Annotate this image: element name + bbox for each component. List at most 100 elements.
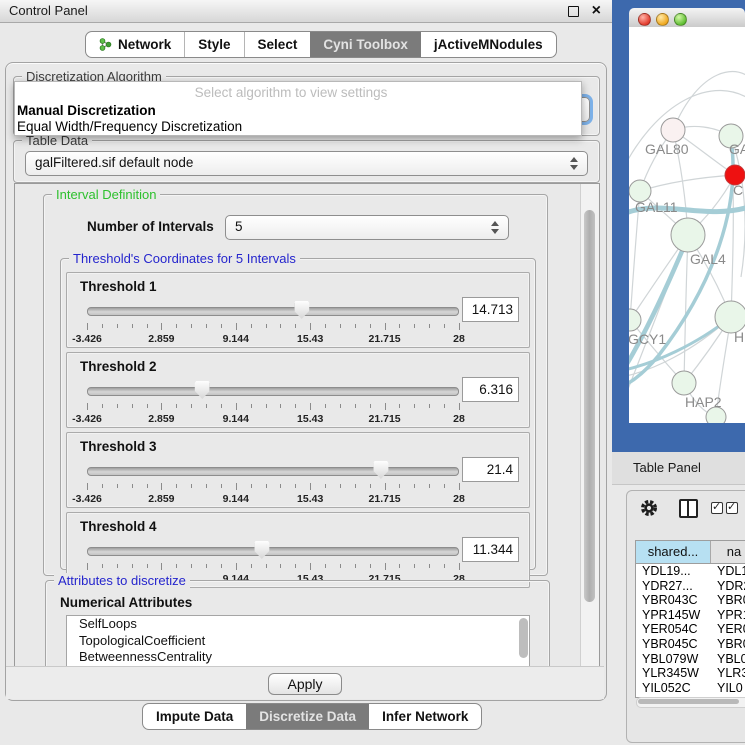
float-panel-icon[interactable] — [568, 6, 579, 17]
table-cell: YPR145W — [636, 608, 711, 623]
slider-track[interactable] — [87, 467, 459, 476]
table-data-combobox[interactable]: galFiltered.sif default node — [25, 151, 588, 176]
column-header-na[interactable]: na — [711, 541, 745, 563]
number-of-intervals-combobox[interactable]: 5 — [225, 215, 509, 240]
bottom-tab-bar: Impute Data Discretize DataInfer Network — [142, 703, 482, 730]
table-cell: YDL19... — [636, 564, 711, 579]
attribute-list-item[interactable]: TopologicalCoefficient — [67, 633, 529, 650]
table-row[interactable]: YIL052CYIL0 — [636, 681, 745, 696]
node-table-header: shared...na — [636, 541, 745, 564]
table-cell: YBR0 — [711, 637, 745, 652]
table-row[interactable]: YPR145WYPR1 — [636, 608, 745, 623]
slider-thumb-icon[interactable] — [195, 381, 210, 399]
network-node-label: C — [733, 182, 743, 198]
slider-thumb-icon[interactable] — [373, 461, 388, 479]
network-node-hap2[interactable] — [672, 371, 696, 395]
threshold-value-input[interactable] — [462, 297, 519, 322]
table-row[interactable]: YBR043CYBR0 — [636, 593, 745, 608]
network-node-gal80[interactable] — [661, 118, 685, 142]
tab-label: Cyni Toolbox — [323, 37, 408, 52]
table-row[interactable]: YDR27...YDR2 — [636, 579, 745, 594]
column-header-shared[interactable]: shared... — [636, 541, 711, 563]
table-row[interactable]: YBR045CYBR0 — [636, 637, 745, 652]
mac-zoom-icon[interactable] — [674, 13, 687, 26]
top-tab-bar: Network Style Select Cyni Toolbox jActiveMNo… — [85, 31, 557, 58]
combo-stepper-icon — [569, 156, 578, 171]
table-row[interactable]: YBL079WYBL0 — [636, 652, 745, 667]
table-cell: YER054C — [636, 622, 711, 637]
threshold-label: Threshold 4 — [80, 519, 157, 534]
checked-box-icon[interactable] — [726, 502, 738, 514]
table-hscrollbar-thumb[interactable] — [638, 699, 739, 704]
tab-network[interactable]: Network — [86, 32, 184, 57]
number-of-intervals-label: Number of Intervals — [87, 219, 214, 234]
table-row[interactable]: YER054CYER0 — [636, 622, 745, 637]
threshold-value-input[interactable] — [462, 537, 519, 562]
table-cell: YIL052C — [636, 681, 711, 696]
network-node-label: GA — [729, 141, 745, 157]
network-node-label: GAL11 — [635, 199, 678, 215]
mac-minimize-icon[interactable] — [656, 13, 669, 26]
tab-style[interactable]: Style — [184, 32, 243, 57]
network-canvas[interactable]: GAL80GACGAL11GAL4GCY1HHAP2 — [629, 27, 745, 423]
attribute-list-item[interactable]: SelfLoops — [67, 616, 529, 633]
network-node-gal4[interactable] — [671, 218, 705, 252]
tab-select[interactable]: Select — [244, 32, 311, 57]
screen: Control Panel × Network Style Select Cyni T… — [0, 0, 745, 745]
settings-scrollbar-thumb[interactable] — [584, 210, 595, 602]
threshold-slider[interactable]: -3.4262.8599.14415.4321.71528 — [87, 301, 459, 343]
numerical-attributes-label: Numerical Attributes — [60, 595, 192, 610]
checked-box-icon[interactable] — [711, 502, 723, 514]
tab-infer-network[interactable]: Infer Network — [369, 704, 481, 729]
slider-track[interactable] — [87, 547, 459, 556]
apply-button[interactable]: Apply — [268, 673, 342, 695]
algorithm-placeholder-option[interactable]: Select algorithm to view settings — [15, 85, 567, 100]
network-window-frame: GAL80GACGAL11GAL4GCY1HHAP2 — [612, 0, 745, 452]
table-cell: YIL0 — [711, 681, 745, 696]
threshold-value-input[interactable] — [462, 377, 519, 402]
slider-ticks — [87, 403, 459, 411]
network-node-label: H — [734, 329, 744, 345]
table-cell: YDR2 — [711, 579, 745, 594]
mac-close-icon[interactable] — [638, 13, 651, 26]
threshold-slider[interactable]: -3.4262.8599.14415.4321.71528 — [87, 461, 459, 503]
numerical-attributes-list[interactable]: SelfLoopsTopologicalCoefficientBetweenne… — [66, 615, 530, 667]
tab-label: Impute Data — [156, 709, 233, 724]
tab-discretize-data[interactable]: Discretize Data — [246, 704, 369, 729]
network-node-label: GCY1 — [629, 331, 666, 347]
algorithm-option-manual[interactable]: Manual Discretization — [17, 103, 156, 118]
table-cell: YER0 — [711, 622, 745, 637]
table-row[interactable]: YLR345WYLR3 — [636, 666, 745, 681]
interval-definition-group: Interval Definition Number of Intervals … — [43, 194, 548, 576]
network-node-gcy1[interactable] — [629, 309, 641, 331]
threshold-value-input[interactable] — [462, 457, 519, 482]
close-panel-icon[interactable]: × — [592, 0, 601, 22]
table-cell: YBR043C — [636, 593, 711, 608]
tab-impute-data[interactable]: Impute Data — [143, 704, 246, 729]
network-window-titlebar[interactable] — [629, 8, 745, 28]
slider-track[interactable] — [87, 307, 459, 316]
settings-scrollbar-track[interactable] — [580, 184, 599, 666]
network-edge[interactable] — [640, 175, 735, 191]
slider-track[interactable] — [87, 387, 459, 396]
list-scrollbar-thumb[interactable] — [519, 618, 528, 658]
table-panel: shared...na YDL19...YDL1YDR27...YDR2YBR0… — [626, 490, 745, 743]
table-row[interactable]: YDL19...YDL1 — [636, 564, 745, 579]
slider-thumb-icon[interactable] — [254, 541, 269, 559]
network-edge[interactable] — [684, 235, 688, 383]
algorithm-option-equal-width[interactable]: Equal Width/Frequency Discretization — [17, 119, 242, 134]
settings-scroll-area: Interval Definition Number of Intervals … — [14, 183, 600, 667]
tab-jactivemnodules[interactable]: jActiveMNodules — [421, 32, 556, 57]
gear-icon[interactable] — [639, 498, 659, 518]
split-columns-icon[interactable] — [679, 499, 698, 518]
threshold-slider[interactable]: -3.4262.8599.14415.4321.71528 — [87, 381, 459, 423]
threshold-label: Threshold 2 — [80, 359, 157, 374]
tab-label: Style — [198, 37, 230, 52]
control-panel-title: Control Panel — [9, 3, 88, 18]
network-node-label: GAL80 — [645, 141, 689, 157]
threshold-row-3: Threshold 3-3.4262.8599.14415.4321.71528 — [66, 432, 530, 508]
attribute-list-item[interactable]: BetweennessCentrality — [67, 649, 529, 666]
tab-cyni-toolbox[interactable]: Cyni Toolbox — [310, 32, 421, 57]
table-hscrollbar-track[interactable] — [636, 697, 745, 708]
slider-thumb-icon[interactable] — [294, 301, 309, 319]
